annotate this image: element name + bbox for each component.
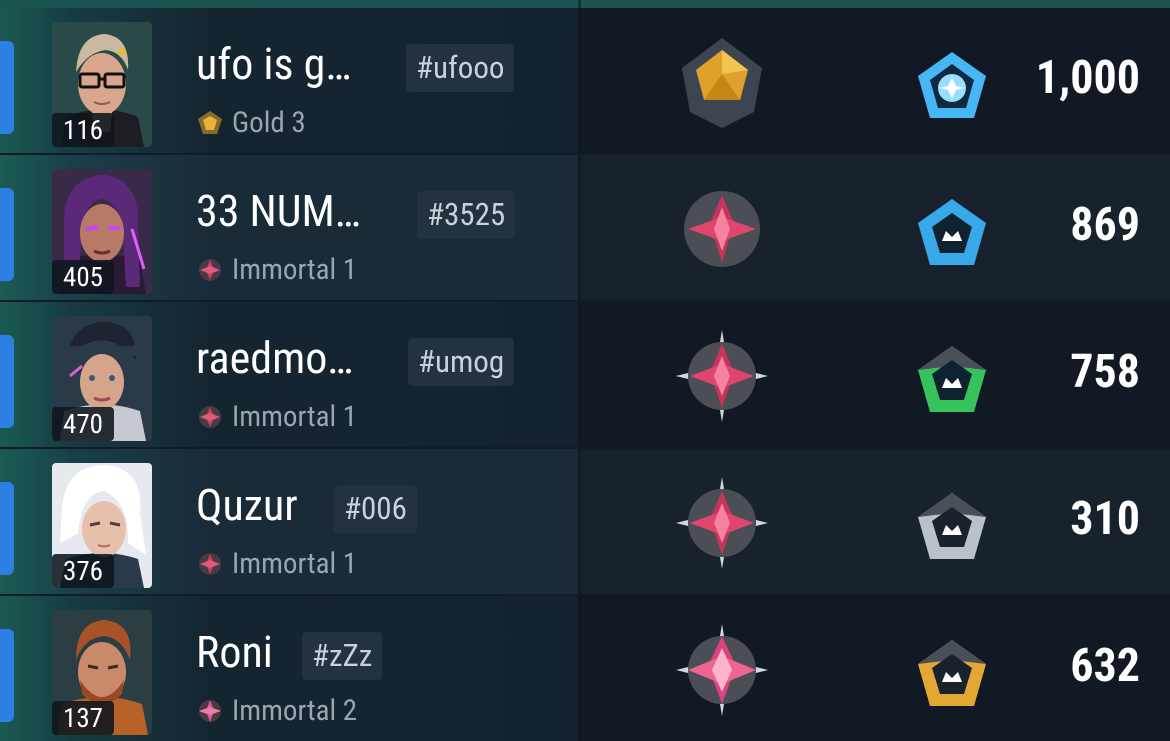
account-level: 376 bbox=[52, 554, 114, 588]
team-accent-bar bbox=[0, 335, 14, 428]
account-level: 405 bbox=[52, 260, 114, 294]
team-accent-bar bbox=[0, 41, 14, 134]
gold-rank-icon bbox=[198, 111, 222, 134]
immortal-rank-badge-icon bbox=[674, 328, 770, 428]
rank-label: Immortal 1 bbox=[232, 400, 358, 434]
tier-pentagon-icon bbox=[914, 489, 990, 569]
tier-pentagon-icon bbox=[914, 48, 990, 128]
player-name: Quzur bbox=[196, 479, 298, 531]
player-row[interactable]: 137 Roni #zZz Immortal 2 632 bbox=[0, 596, 1170, 741]
score-value: 758 bbox=[1070, 345, 1140, 399]
player-tag: #zZz bbox=[302, 632, 383, 680]
rank-label: Immortal 2 bbox=[232, 694, 358, 728]
account-level: 116 bbox=[52, 113, 114, 147]
team-accent-bar bbox=[0, 482, 14, 575]
immortal-rank-icon bbox=[199, 259, 221, 281]
player-row[interactable]: 405 33 NUM… #3525 Immortal 1 869 bbox=[0, 155, 1170, 300]
rank-label: Immortal 1 bbox=[232, 547, 358, 581]
player-name: 33 NUM… bbox=[196, 185, 361, 237]
account-level: 470 bbox=[52, 407, 114, 441]
player-tag: #ufooo bbox=[406, 44, 515, 92]
player-tag: #006 bbox=[334, 485, 417, 533]
player-name: raedmo… bbox=[196, 332, 354, 384]
player-tag: #umog bbox=[408, 338, 515, 386]
immortal-rank-icon bbox=[199, 700, 221, 722]
team-accent-bar bbox=[0, 629, 14, 722]
tier-pentagon-icon bbox=[914, 195, 990, 275]
team-accent-bar bbox=[0, 188, 14, 281]
rank-label: Immortal 1 bbox=[232, 253, 358, 287]
score-value: 1,000 bbox=[1035, 51, 1140, 105]
account-level: 137 bbox=[52, 701, 114, 735]
score-value: 869 bbox=[1070, 198, 1140, 252]
gold-rank-badge-icon bbox=[674, 34, 770, 134]
player-name: Roni bbox=[196, 626, 273, 678]
immortal-rank-badge-icon bbox=[674, 475, 770, 575]
player-row[interactable]: 376 Quzur #006 Immortal 1 310 bbox=[0, 449, 1170, 594]
tier-pentagon-icon bbox=[914, 636, 990, 716]
scoreboard-top-edge bbox=[0, 0, 1170, 8]
rank-label: Gold 3 bbox=[232, 106, 306, 140]
player-row[interactable]: 116 ufo is g… #ufooo Gold 3 1,000 bbox=[0, 8, 1170, 153]
immortal-rank-icon bbox=[199, 553, 221, 575]
immortal-rank-icon bbox=[199, 406, 221, 428]
score-value: 310 bbox=[1070, 492, 1140, 546]
player-name: ufo is g… bbox=[196, 38, 352, 90]
immortal-rank-badge-icon bbox=[674, 181, 770, 281]
player-tag: #3525 bbox=[417, 191, 516, 239]
tier-pentagon-icon bbox=[914, 342, 990, 422]
player-row[interactable]: 470 raedmo… #umog Immortal 1 758 bbox=[0, 302, 1170, 447]
score-value: 632 bbox=[1070, 639, 1140, 693]
immortal-rank-badge-icon bbox=[674, 622, 770, 722]
